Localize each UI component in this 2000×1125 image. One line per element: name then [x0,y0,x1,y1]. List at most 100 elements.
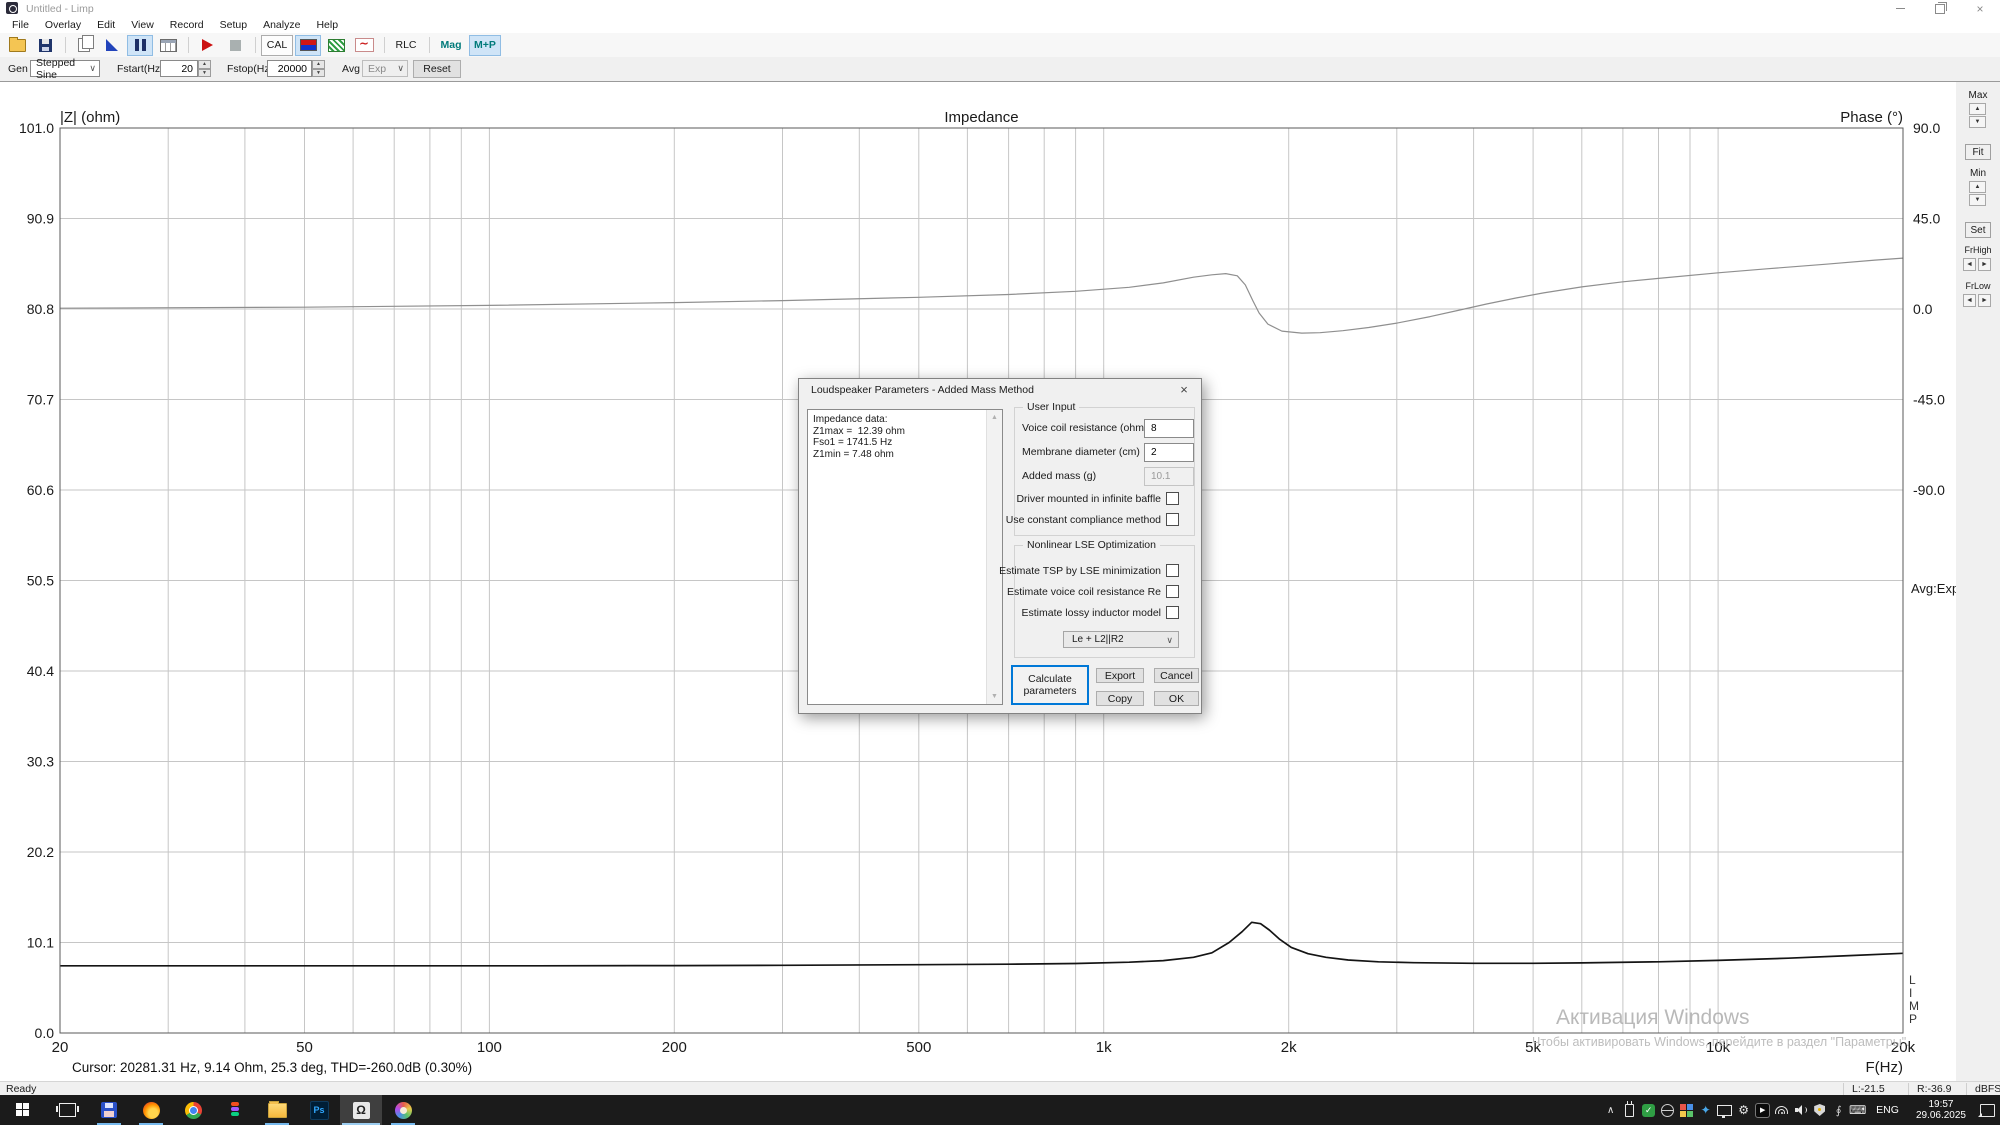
calibrate-button[interactable]: CAL [261,35,293,56]
frlow-right-button[interactable]: ► [1978,294,1991,307]
figma-taskbar-button[interactable] [214,1095,256,1125]
inductor-model-select[interactable]: Le + L2||R2 ∨ [1063,631,1179,648]
estimate-re-checkbox[interactable] [1166,585,1179,598]
menu-view[interactable]: View [123,18,162,32]
keyboard-icon[interactable]: ⌨ [1848,1095,1867,1125]
scroll-up-icon[interactable]: ▲ [987,410,1002,425]
membrane-diameter-input[interactable] [1144,443,1194,462]
defender-shield-icon[interactable] [1810,1095,1829,1125]
svg-text:100: 100 [477,1039,502,1056]
chrome-taskbar-button[interactable] [172,1095,214,1125]
fstop-spinner[interactable]: ▲▼ [312,60,325,77]
copy-button[interactable]: Copy [1096,691,1144,706]
calculate-parameters-button[interactable]: Calculate parameters [1011,665,1089,705]
spin-up-icon[interactable]: ▲ [198,60,211,69]
set-button[interactable]: Set [1965,222,1991,238]
menu-edit[interactable]: Edit [89,18,123,32]
paint-palette-taskbar-button[interactable] [382,1095,424,1125]
menu-file[interactable]: File [4,18,37,32]
menu-record[interactable]: Record [162,18,212,32]
svg-text:60.6: 60.6 [27,482,54,498]
volume-icon[interactable] [1791,1095,1810,1125]
start-measure-button[interactable] [194,35,220,56]
stop-measure-button[interactable] [222,35,248,56]
close-button[interactable]: × [1960,0,2000,17]
frhigh-left-button[interactable]: ◄ [1963,258,1976,271]
svg-text:|Z| (ohm): |Z| (ohm) [60,109,120,126]
listbox-scrollbar[interactable]: ▲ ▼ [986,410,1002,704]
monitor-icon[interactable] [1715,1095,1734,1125]
magnitude-phase-view-button[interactable]: M+P [469,35,501,56]
pinwheel-icon[interactable]: ✦ [1696,1095,1715,1125]
firefox-taskbar-button[interactable] [130,1095,172,1125]
max-up-button[interactable]: ▲ [1969,103,1986,115]
file-explorer-taskbar-button[interactable] [256,1095,298,1125]
ok-button[interactable]: OK [1154,691,1199,706]
fit-button[interactable]: Fit [1965,144,1991,160]
spin-up-icon[interactable]: ▲ [312,60,325,69]
reset-button[interactable]: Reset [413,60,461,78]
taskbar-clock[interactable]: 19:5729.06.2025 [1908,1099,1974,1121]
spin-down-icon[interactable]: ▼ [198,69,211,78]
signal-generator-button[interactable]: ∼ [351,35,377,56]
paint-palette-icon [395,1102,412,1119]
usb-icon[interactable] [1620,1095,1639,1125]
estimate-tsp-row: Estimate TSP by LSE minimization [999,564,1179,577]
open-file-button[interactable] [4,35,30,56]
pen-clip-icon[interactable]: ∮ [1829,1095,1848,1125]
dialog-close-button[interactable]: × [1175,382,1193,398]
minimize-button[interactable] [1880,0,1920,17]
export-button[interactable]: Export [1096,668,1144,683]
globe-icon[interactable] [1658,1095,1677,1125]
impedance-data-listbox[interactable]: Impedance data: Z1max = 12.39 ohm Fso1 =… [807,409,1003,705]
min-up-button[interactable]: ▲ [1969,181,1986,193]
hidden-icons-chevron[interactable]: ∧ [1601,1095,1620,1125]
min-down-button[interactable]: ▼ [1969,194,1986,206]
language-indicator[interactable]: ENG [1867,1104,1908,1116]
wifi-icon[interactable] [1772,1095,1791,1125]
task-view-taskbar-button[interactable] [46,1095,88,1125]
min-label: Min [1956,168,2000,179]
notification-center-button[interactable] [1974,1095,2000,1125]
menu-overlay[interactable]: Overlay [37,18,89,32]
frlow-left-button[interactable]: ◄ [1963,294,1976,307]
frhigh-label: FrHigh [1956,245,2000,255]
antivirus-icon[interactable]: ✓ [1639,1095,1658,1125]
floppy-app-taskbar-button[interactable] [88,1095,130,1125]
rlc-button[interactable]: RLC [390,35,422,56]
spin-down-icon[interactable]: ▼ [312,69,325,78]
fstop-input[interactable] [267,60,312,77]
settings-gear-icon[interactable]: ⚙ [1734,1095,1753,1125]
frequency-range-button[interactable] [295,35,321,56]
shaded-area-button[interactable] [323,35,349,56]
dialog-title-bar[interactable]: Loudspeaker Parameters - Added Mass Meth… [799,379,1201,401]
color-app-icon[interactable] [1677,1095,1696,1125]
estimate-inductor-checkbox[interactable] [1166,606,1179,619]
limp-omega-taskbar-button[interactable]: Ω [340,1095,382,1125]
cancel-button[interactable]: Cancel [1154,668,1199,683]
frhigh-right-button[interactable]: ► [1978,258,1991,271]
save-file-button[interactable] [32,35,58,56]
copy-overlay-button[interactable] [71,35,97,56]
fstart-input[interactable] [160,60,198,77]
chart-scale-panel: Max ▲ ▼ Fit Min ▲ ▼ Set FrHigh ◄ ► FrLow… [1956,81,2000,1082]
estimate-tsp-checkbox[interactable] [1166,564,1179,577]
menu-help[interactable]: Help [308,18,346,32]
infinite-baffle-checkbox[interactable] [1166,492,1179,505]
pause-button[interactable] [127,35,153,56]
voice-coil-resistance-input[interactable] [1144,419,1194,438]
menu-analyze[interactable]: Analyze [255,18,308,32]
restore-button[interactable] [1920,0,1960,17]
menu-setup[interactable]: Setup [212,18,255,32]
media-play-icon[interactable]: ▶ [1753,1095,1772,1125]
pen-edit-button[interactable] [99,35,125,56]
data-table-button[interactable] [155,35,181,56]
photoshop-taskbar-button[interactable]: Ps [298,1095,340,1125]
max-down-button[interactable]: ▼ [1969,116,1986,128]
constant-compliance-checkbox[interactable] [1166,513,1179,526]
start-button[interactable] [2,1095,44,1125]
scroll-down-icon[interactable]: ▼ [987,689,1002,704]
generator-type-select[interactable]: Stepped Sine∨ [30,60,100,77]
magnitude-view-button[interactable]: Mag [435,35,467,56]
fstart-spinner[interactable]: ▲▼ [198,60,211,77]
